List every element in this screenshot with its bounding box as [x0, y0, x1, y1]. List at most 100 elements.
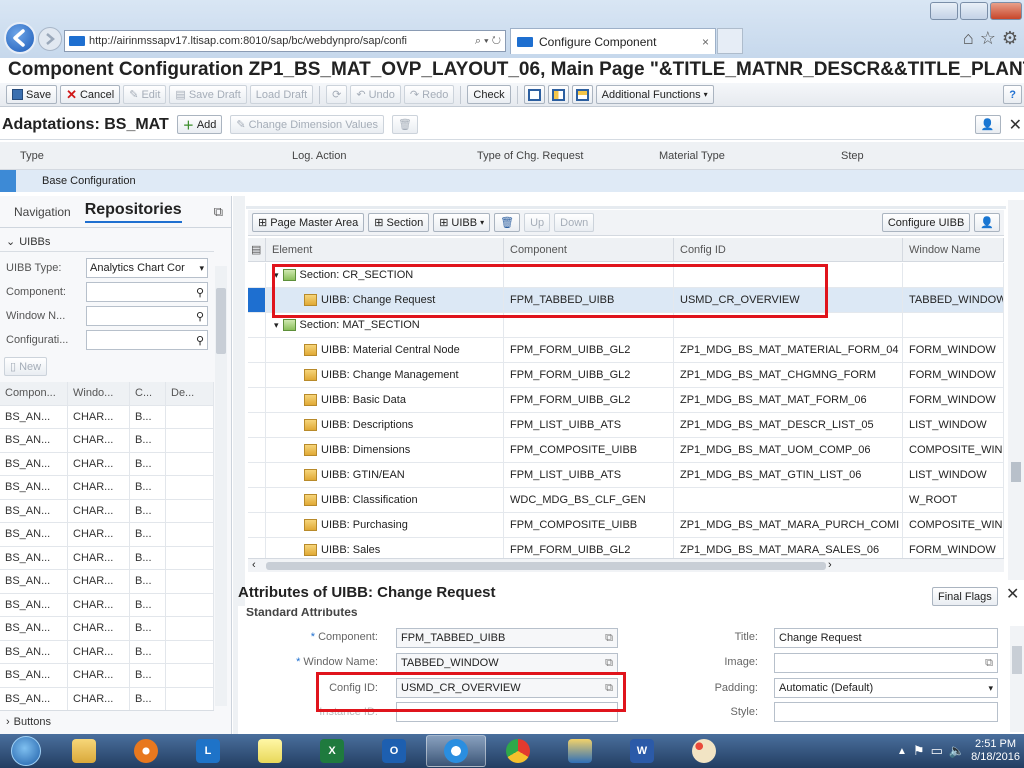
uibb-row[interactable]: UIBB: Purchasing FPM_COMPOSITE_UIBB ZP1_MD… [248, 513, 1004, 538]
layout-split-button[interactable] [547, 85, 569, 104]
address-bar[interactable]: http://airinmssapv17.ltisap.com:8010/sap… [64, 30, 506, 52]
taskbar-sticky-notes[interactable] [240, 735, 300, 767]
add-adaptation-button[interactable]: ＋ Add [176, 115, 223, 134]
edit-button[interactable]: ✎ Edit [123, 85, 167, 104]
column-header-step[interactable]: Step [841, 150, 864, 162]
close-attributes-icon[interactable]: ✕ [1006, 584, 1019, 604]
search-icon[interactable]: ⚲ [196, 334, 204, 347]
add-uibb-button[interactable]: ⊞ UIBB ▾ [433, 213, 491, 232]
uibb-type-select[interactable]: Analytics Chart Cor ▾ [86, 258, 208, 278]
move-down-button[interactable]: Down [554, 213, 595, 232]
taskbar-outlook[interactable]: O [364, 735, 424, 767]
left-scrollbar[interactable] [215, 266, 227, 706]
start-button[interactable] [0, 734, 52, 768]
repository-table-row[interactable]: BS_AN... CHAR... B... [0, 476, 214, 500]
search-icon[interactable]: ⚲ [196, 286, 204, 299]
additional-functions-button[interactable]: Additional Functions ▾ [595, 85, 714, 104]
delete-element-button[interactable]: 🗑 [494, 213, 521, 232]
adaptation-row[interactable]: Base Configuration [0, 170, 1024, 192]
row-selector[interactable] [248, 313, 266, 337]
buttons-section-header[interactable]: › Buttons [0, 710, 214, 732]
row-selector[interactable] [248, 513, 266, 537]
delete-adaptation-button[interactable]: 🗑 [392, 115, 419, 134]
taskbar-explorer[interactable] [54, 735, 114, 767]
settings-gear-icon[interactable]: ⚙ [1002, 28, 1018, 49]
window-search-input[interactable]: ⚲ [86, 306, 208, 326]
repository-table-row[interactable]: BS_AN... CHAR... B... [0, 452, 214, 476]
window-name-attr-field[interactable]: TABBED_WINDOW ⧉ [396, 653, 618, 673]
uibb-row[interactable]: UIBB: Classification WDC_MDG_BS_CLF_GEN W_… [248, 488, 1004, 513]
home-icon[interactable]: ⌂ [963, 28, 974, 49]
uibbs-section-header[interactable]: ⌄ UIBBs [0, 232, 214, 252]
forward-button[interactable] [38, 27, 62, 51]
repository-table-row[interactable]: BS_AN... CHAR... B... [0, 499, 214, 523]
copy-icon[interactable]: ⧉ [605, 657, 613, 670]
search-icon[interactable]: ⚲ [196, 310, 204, 323]
column-header-window-name[interactable]: Window Name [903, 238, 1004, 261]
repository-table-row[interactable]: BS_AN... CHAR... B... [0, 687, 214, 711]
taskbar-clock[interactable]: 2:51 PM 8/18/2016 [971, 738, 1020, 764]
row-selector[interactable] [248, 488, 266, 512]
refresh-button[interactable]: ⟳ [326, 85, 348, 104]
row-selector[interactable] [248, 288, 266, 312]
save-draft-button[interactable]: ▤ Save Draft [169, 85, 247, 104]
scrollbar-thumb[interactable] [266, 562, 826, 570]
repository-column-header[interactable]: C... [130, 382, 166, 405]
browser-tab[interactable]: Configure Component × [510, 28, 716, 54]
attributes-scrollbar[interactable] [1010, 626, 1024, 732]
select-all-icon[interactable]: ▤ [248, 238, 266, 261]
uibb-row[interactable]: UIBB: Basic Data FPM_FORM_UIBB_GL2 ZP1_MDG… [248, 388, 1004, 413]
taskbar-word[interactable]: W [612, 735, 672, 767]
repository-table-row[interactable]: BS_AN... CHAR... B... [0, 570, 214, 594]
undo-button[interactable]: ↶ Undo [350, 85, 401, 104]
uibb-row[interactable]: UIBB: GTIN/EAN FPM_LIST_UIBB_ATS ZP1_MDG_B… [248, 463, 1004, 488]
maximize-button[interactable] [960, 2, 988, 20]
taskbar-internet-explorer[interactable] [426, 735, 486, 767]
repository-table-row[interactable]: BS_AN... CHAR... B... [0, 405, 214, 429]
help-button[interactable]: ? [1003, 85, 1022, 104]
style-attr-field[interactable] [774, 702, 998, 722]
taskbar-paint[interactable] [674, 735, 734, 767]
scroll-left-icon[interactable]: ‹ [252, 559, 256, 571]
uibb-row[interactable]: UIBB: Change Management FPM_FORM_UIBB_GL2… [248, 363, 1004, 388]
close-window-button[interactable] [990, 2, 1022, 20]
back-button[interactable] [4, 22, 36, 54]
cancel-button[interactable]: ✕ Cancel [60, 85, 121, 104]
network-icon[interactable]: ▭ [931, 743, 943, 759]
repository-table-row[interactable]: BS_AN... CHAR... B... [0, 523, 214, 547]
uibb-row[interactable]: UIBB: Descriptions FPM_LIST_UIBB_ATS ZP1_M… [248, 413, 1004, 438]
repository-column-header[interactable]: Windo... [68, 382, 130, 405]
close-tab-icon[interactable]: × [702, 35, 709, 49]
volume-icon[interactable]: 🔈 [949, 743, 965, 759]
repository-table-row[interactable]: BS_AN... CHAR... B... [0, 429, 214, 453]
column-header-type[interactable]: Type [20, 150, 292, 162]
redo-button[interactable]: ↷ Redo [403, 85, 455, 104]
scroll-right-icon[interactable]: › [828, 559, 832, 571]
tab-navigation[interactable]: Navigation [14, 205, 71, 219]
uibb-row[interactable]: UIBB: Material Central Node FPM_FORM_UIBB… [248, 338, 1004, 363]
configure-uibb-button[interactable]: Configure UIBB [881, 213, 971, 232]
tab-repositories[interactable]: Repositories [84, 201, 182, 223]
personalize-table-button[interactable]: 👤 [974, 213, 1000, 232]
flag-icon[interactable]: ⚑ [913, 743, 925, 759]
copy-icon[interactable]: ⧉ [605, 632, 613, 645]
search-refresh-icons[interactable]: ⌕ ▾ ↻ [475, 35, 505, 48]
row-selector[interactable] [248, 263, 266, 287]
column-header-config-id[interactable]: Config ID [674, 238, 903, 261]
row-selector[interactable] [248, 413, 266, 437]
collapse-panel-icon[interactable]: ⧉ [214, 204, 223, 220]
column-header-chg-request[interactable]: Type of Chg. Request [477, 150, 659, 162]
row-selector[interactable] [248, 438, 266, 462]
minimize-button[interactable] [930, 2, 958, 20]
repository-table-row[interactable]: BS_AN... CHAR... B... [0, 617, 214, 641]
component-attr-field[interactable]: FPM_TABBED_UIBB ⧉ [396, 628, 618, 648]
layout-rows-button[interactable] [571, 85, 593, 104]
repository-table-row[interactable]: BS_AN... CHAR... B... [0, 640, 214, 664]
page-master-area-button[interactable]: ⊞ Page Master Area [252, 213, 365, 232]
load-draft-button[interactable]: Load Draft [249, 85, 314, 104]
change-dimension-values-button[interactable]: ✎ Change Dimension Values [230, 115, 385, 134]
taskbar-lync[interactable]: L [178, 735, 238, 767]
taskbar-chrome[interactable] [488, 735, 548, 767]
value-help-icon[interactable]: ⧉ [985, 657, 993, 670]
move-up-button[interactable]: Up [524, 213, 551, 232]
